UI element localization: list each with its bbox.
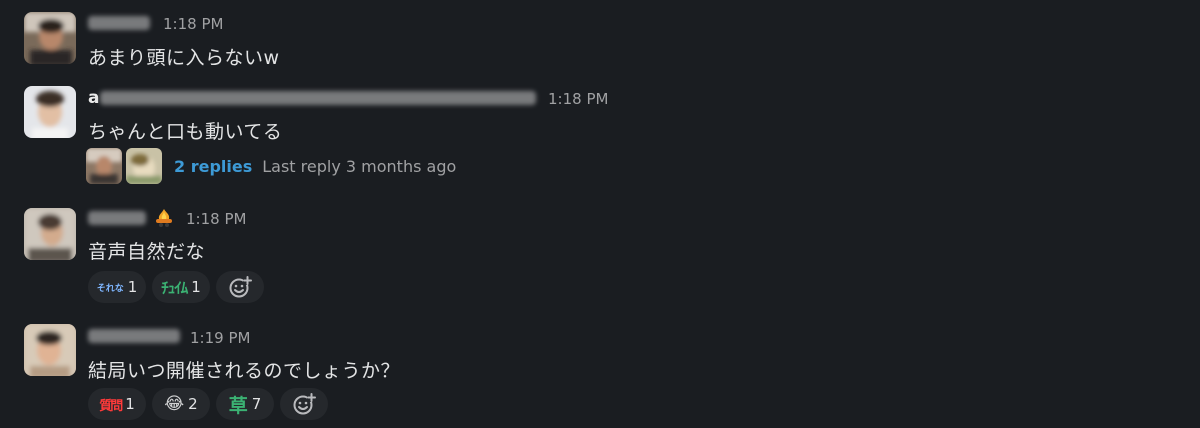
- message-3: 1:18 PM 音声自然だな それな 1 ﾁｭｲﾑ 1: [0, 200, 1200, 310]
- message-4: 1:19 PM 結局いつ開催されるのでしょうか？ 質問 1 😂 2 草 7: [0, 320, 1200, 428]
- joy-emoji: 😂: [164, 394, 185, 414]
- reaction-kusa[interactable]: 草 7: [216, 388, 274, 420]
- avatar[interactable]: [24, 86, 76, 138]
- sorena-emoji: それな: [96, 283, 124, 294]
- add-reaction-button[interactable]: [280, 388, 328, 420]
- message-1: 1:18 PM あまり頭に入らないw: [0, 0, 1200, 80]
- avatar[interactable]: [24, 208, 76, 260]
- kusa-emoji: 草: [228, 394, 248, 417]
- add-reaction-icon: [293, 393, 316, 415]
- reaction-shitsumon[interactable]: 質問 1: [88, 388, 146, 420]
- add-reaction-button[interactable]: [216, 271, 264, 303]
- timestamp[interactable]: 1:19 PM: [190, 329, 250, 347]
- chuimu-emoji: ﾁｭｲﾑ: [161, 278, 188, 297]
- thread-replies-link[interactable]: 2 replies: [174, 157, 252, 176]
- username-prefix[interactable]: a: [88, 88, 99, 108]
- thread-last-reply: Last reply 3 months ago: [262, 156, 457, 176]
- reaction-chuimu[interactable]: ﾁｭｲﾑ 1: [152, 271, 210, 303]
- avatar[interactable]: [24, 12, 76, 64]
- timestamp[interactable]: 1:18 PM: [163, 15, 223, 33]
- shitsumon-emoji: 質問: [99, 398, 123, 414]
- message-text: ちゃんと口も動いてる: [88, 121, 283, 143]
- username-redacted[interactable]: [88, 211, 146, 225]
- fire-hat-status-icon[interactable]: [153, 207, 175, 229]
- username-redacted[interactable]: [88, 16, 150, 30]
- message-text: 音声自然だな: [88, 241, 206, 263]
- reaction-sorena[interactable]: それな 1: [88, 271, 146, 303]
- timestamp[interactable]: 1:18 PM: [548, 90, 608, 108]
- reaction-count: 1: [125, 395, 135, 413]
- thread-participant-avatar: [126, 148, 162, 184]
- message-2: a 1:18 PM ちゃんと口も動いてる 2 replies Last repl…: [0, 80, 1200, 190]
- avatar[interactable]: [24, 324, 76, 376]
- reaction-joy[interactable]: 😂 2: [152, 388, 210, 420]
- message-text: 結局いつ開催されるのでしょうか？: [88, 360, 401, 382]
- thread-participant-avatar: [86, 148, 122, 184]
- reaction-bar: それな 1 ﾁｭｲﾑ 1: [88, 271, 264, 303]
- reaction-count: 2: [188, 395, 198, 413]
- reaction-count: 1: [191, 278, 201, 296]
- message-text: あまり頭に入らないw: [88, 47, 280, 69]
- reaction-count: 1: [127, 278, 138, 296]
- thread-summary[interactable]: 2 replies Last reply 3 months ago: [86, 147, 456, 185]
- reaction-bar: 質問 1 😂 2 草 7: [88, 388, 328, 420]
- username-redacted[interactable]: [88, 329, 180, 343]
- username-redacted[interactable]: [100, 91, 536, 105]
- add-reaction-icon: [229, 276, 252, 298]
- reaction-count: 7: [251, 395, 262, 413]
- timestamp[interactable]: 1:18 PM: [186, 210, 246, 228]
